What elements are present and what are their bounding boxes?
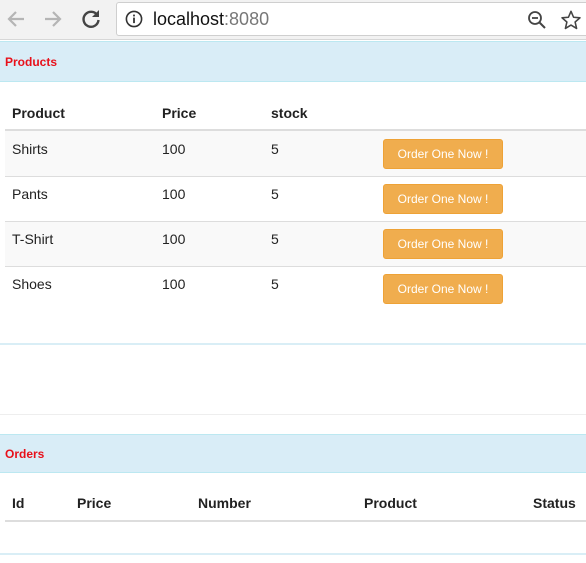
browser-toolbar: localhost:8080 <box>0 0 586 40</box>
back-icon[interactable] <box>3 6 29 32</box>
url-port: :8080 <box>224 9 270 29</box>
orders-panel-bottom-border <box>0 553 586 555</box>
orders-header-divider <box>5 520 586 522</box>
product-stock: 5 <box>271 141 279 157</box>
products-header-product: Product <box>12 105 65 121</box>
star-icon[interactable] <box>560 9 582 31</box>
product-name: Pants <box>12 186 48 202</box>
order-one-now-button[interactable]: Order One Now ! <box>383 184 503 214</box>
product-price: 100 <box>162 231 186 247</box>
products-panel-heading: Products <box>0 41 586 82</box>
orders-panel-heading: Orders <box>0 434 586 473</box>
section-divider <box>0 414 586 415</box>
product-stock: 5 <box>271 186 279 202</box>
url-text: localhost:8080 <box>153 9 269 29</box>
order-one-now-button[interactable]: Order One Now ! <box>383 229 503 259</box>
product-name: Shirts <box>12 141 48 157</box>
row-divider <box>5 176 586 177</box>
product-price: 100 <box>162 141 186 157</box>
orders-header-product: Product <box>364 495 417 511</box>
product-price: 100 <box>162 186 186 202</box>
products-panel-bottom-border <box>0 343 586 345</box>
product-stock: 5 <box>271 231 279 247</box>
orders-header-status: Status <box>533 495 576 511</box>
products-panel-title: Products <box>5 55 58 69</box>
product-name: T-Shirt <box>12 231 54 247</box>
row-divider <box>5 266 586 267</box>
url-host: localhost <box>153 9 225 29</box>
product-name: Shoes <box>12 276 52 292</box>
reload-icon[interactable] <box>78 6 104 32</box>
product-price: 100 <box>162 276 186 292</box>
zoom-icon[interactable] <box>527 10 547 30</box>
orders-header-price: Price <box>77 495 112 511</box>
info-icon[interactable] <box>125 10 143 28</box>
order-one-now-button[interactable]: Order One Now ! <box>383 274 503 304</box>
products-header-stock: stock <box>271 105 308 121</box>
forward-icon[interactable] <box>40 6 66 32</box>
orders-header-number: Number <box>198 495 251 511</box>
order-one-now-button[interactable]: Order One Now ! <box>383 139 503 169</box>
orders-header-id: Id <box>12 495 25 511</box>
products-header-price: Price <box>162 105 197 121</box>
address-bar[interactable]: localhost:8080 <box>116 2 586 36</box>
product-stock: 5 <box>271 276 279 292</box>
orders-panel-title: Orders <box>5 447 45 461</box>
